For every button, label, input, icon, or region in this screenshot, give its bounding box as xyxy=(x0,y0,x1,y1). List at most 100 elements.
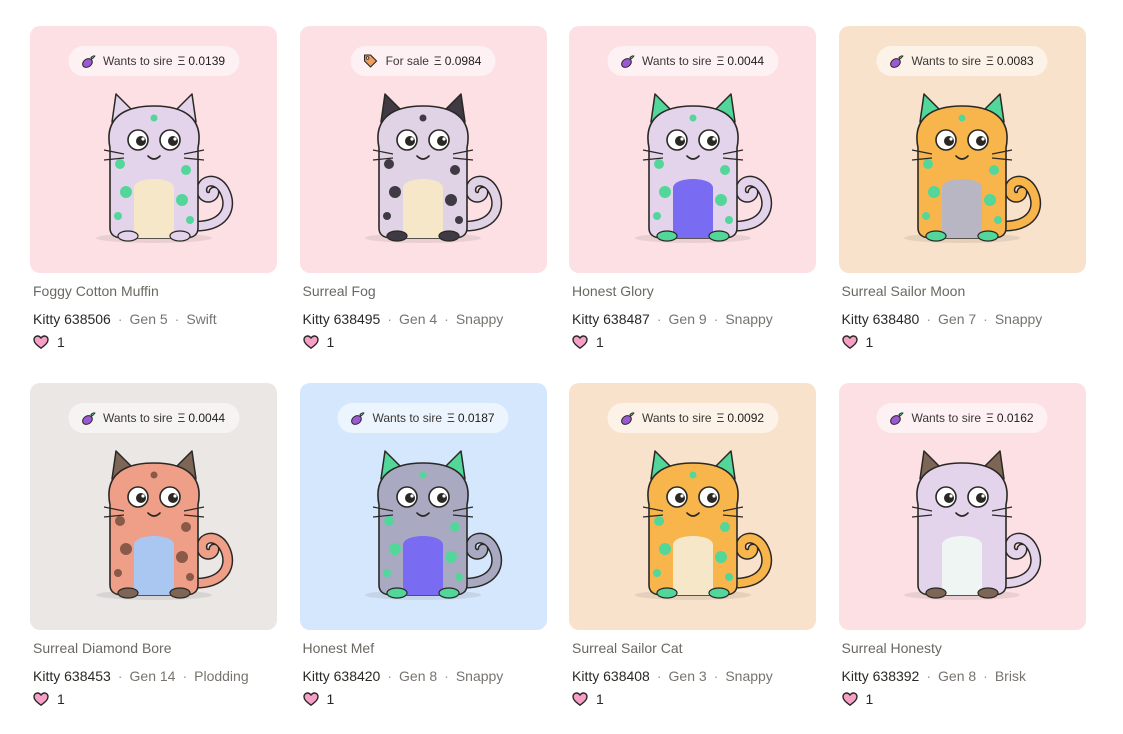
heart-icon[interactable] xyxy=(33,692,49,706)
listing-badge: Wants to sire Ξ 0.0044 xyxy=(67,403,240,433)
kitty-name[interactable]: Foggy Cotton Muffin xyxy=(33,283,159,299)
listing-badge: Wants to sire Ξ 0.0139 xyxy=(67,46,240,76)
eggplant-icon xyxy=(80,53,96,69)
listing-badge: Wants to sire Ξ 0.0187 xyxy=(337,403,509,433)
kitty-meta: Kitty 638420 · Gen 8 · Snappy xyxy=(302,668,504,684)
price-tag-icon xyxy=(363,53,379,69)
kitty-meta: Kitty 638480 · Gen 7 · Snappy xyxy=(841,311,1043,327)
badge-price: 0.0092 xyxy=(727,411,765,425)
kitty-name[interactable]: Honest Glory xyxy=(572,283,654,299)
kitty-generation: Gen 8 xyxy=(399,668,438,684)
likes[interactable]: 1 xyxy=(302,691,334,707)
kitty-generation: Gen 3 xyxy=(668,668,707,684)
kitty-name[interactable]: Surreal Sailor Moon xyxy=(842,283,966,299)
ether-symbol: Ξ xyxy=(716,54,725,68)
kitty-id[interactable]: Kitty 638453 xyxy=(33,668,111,684)
badge-label: Wants to sire xyxy=(102,54,173,68)
eggplant-icon xyxy=(888,53,904,69)
kitty-image-tile[interactable]: Wants to sire Ξ 0.0187 xyxy=(299,383,547,630)
badge-price: 0.0083 xyxy=(996,54,1034,68)
kitty-image-tile[interactable]: Wants to sire Ξ 0.0092 xyxy=(569,383,816,630)
kitty-image-tile[interactable]: Wants to sire Ξ 0.0044 xyxy=(569,26,816,273)
badge-price: 0.0162 xyxy=(996,411,1034,425)
kitty-image-tile[interactable]: Wants to sire Ξ 0.0139 xyxy=(30,26,277,273)
kitty-cooldown: Swift xyxy=(186,311,217,327)
like-count: 1 xyxy=(596,691,604,707)
likes[interactable]: 1 xyxy=(302,334,335,350)
badge-price: 0.0984 xyxy=(444,54,482,68)
eggplant-icon xyxy=(888,410,904,426)
eggplant-icon xyxy=(80,410,96,426)
likes[interactable]: 1 xyxy=(572,334,604,350)
kitty-illustration xyxy=(904,450,1042,600)
kitty-image-tile[interactable]: For sale Ξ 0.0984 xyxy=(299,26,547,273)
likes[interactable]: 1 xyxy=(572,691,604,707)
heart-icon[interactable] xyxy=(302,692,319,706)
heart-icon[interactable] xyxy=(33,335,49,349)
listing-badge: Wants to sire Ξ 0.0083 xyxy=(876,46,1048,76)
badge-label: Wants to sire xyxy=(911,411,982,425)
heart-icon[interactable] xyxy=(841,692,858,706)
ether-symbol: Ξ xyxy=(986,411,994,425)
badge-label: Wants to sire xyxy=(641,54,712,68)
heart-icon[interactable] xyxy=(841,335,858,349)
like-count: 1 xyxy=(865,334,874,350)
likes[interactable]: 1 xyxy=(841,691,874,707)
kitty-illustration xyxy=(365,93,503,243)
kitty-name[interactable]: Surreal Sailor Cat xyxy=(572,640,683,656)
ether-symbol: Ξ xyxy=(177,54,186,68)
kitty-image-tile[interactable]: Wants to sire Ξ 0.0044 xyxy=(30,383,277,630)
kitty-cooldown: Brisk xyxy=(994,668,1026,684)
listing-badge: Wants to sire Ξ 0.0044 xyxy=(606,46,779,76)
like-count: 1 xyxy=(57,334,65,350)
like-count: 1 xyxy=(865,691,874,707)
kitty-name[interactable]: Surreal Diamond Bore xyxy=(33,640,172,656)
badge-price: 0.0187 xyxy=(457,411,495,425)
kitty-illustration xyxy=(95,93,233,243)
kitty-id[interactable]: Kitty 638495 xyxy=(303,311,381,327)
kitty-meta: Kitty 638453 · Gen 14 · Plodding xyxy=(33,668,249,684)
kitty-meta: Kitty 638506 · Gen 5 · Swift xyxy=(33,311,217,327)
kitty-id[interactable]: Kitty 638392 xyxy=(842,668,920,684)
badge-price: 0.0139 xyxy=(188,54,226,68)
kitty-id[interactable]: Kitty 638506 xyxy=(33,311,111,327)
kitty-cooldown: Snappy xyxy=(725,311,773,327)
likes[interactable]: 1 xyxy=(33,691,65,707)
like-count: 1 xyxy=(326,334,335,350)
kitty-cooldown: Snappy xyxy=(725,668,773,684)
kitty-illustration xyxy=(95,450,233,600)
heart-icon[interactable] xyxy=(302,335,319,349)
kitty-illustration xyxy=(904,93,1042,243)
listing-badge: For sale Ξ 0.0984 xyxy=(350,46,496,76)
kitty-generation: Gen 5 xyxy=(129,311,168,327)
kitty-generation: Gen 8 xyxy=(938,668,977,684)
kitty-image-tile[interactable]: Wants to sire Ξ 0.0162 xyxy=(838,383,1086,630)
kitty-id[interactable]: Kitty 638420 xyxy=(303,668,381,684)
ether-symbol: Ξ xyxy=(177,411,186,425)
kitty-cooldown: Plodding xyxy=(194,668,249,684)
kitty-illustration xyxy=(634,450,772,600)
badge-price: 0.0044 xyxy=(188,411,226,425)
kitty-name[interactable]: Honest Mef xyxy=(303,640,375,656)
badge-label: For sale xyxy=(385,54,429,68)
kitty-illustration xyxy=(634,93,772,243)
kitty-name[interactable]: Surreal Honesty xyxy=(842,640,942,656)
heart-icon[interactable] xyxy=(572,692,588,706)
kitty-name[interactable]: Surreal Fog xyxy=(303,283,376,299)
kitty-id[interactable]: Kitty 638487 xyxy=(572,311,650,327)
ether-symbol: Ξ xyxy=(447,411,455,425)
kitty-cooldown: Snappy xyxy=(994,311,1043,327)
likes[interactable]: 1 xyxy=(33,334,65,350)
kitty-illustration xyxy=(365,450,503,600)
likes[interactable]: 1 xyxy=(841,334,874,350)
badge-label: Wants to sire xyxy=(102,411,173,425)
kitty-image-tile[interactable]: Wants to sire Ξ 0.0083 xyxy=(838,26,1086,273)
ether-symbol: Ξ xyxy=(433,54,442,68)
like-count: 1 xyxy=(596,334,604,350)
kitty-generation: Gen 4 xyxy=(399,311,438,327)
kitty-id[interactable]: Kitty 638480 xyxy=(842,311,920,327)
badge-label: Wants to sire xyxy=(641,411,712,425)
badge-label: Wants to sire xyxy=(372,411,443,425)
kitty-id[interactable]: Kitty 638408 xyxy=(572,668,650,684)
heart-icon[interactable] xyxy=(572,335,588,349)
